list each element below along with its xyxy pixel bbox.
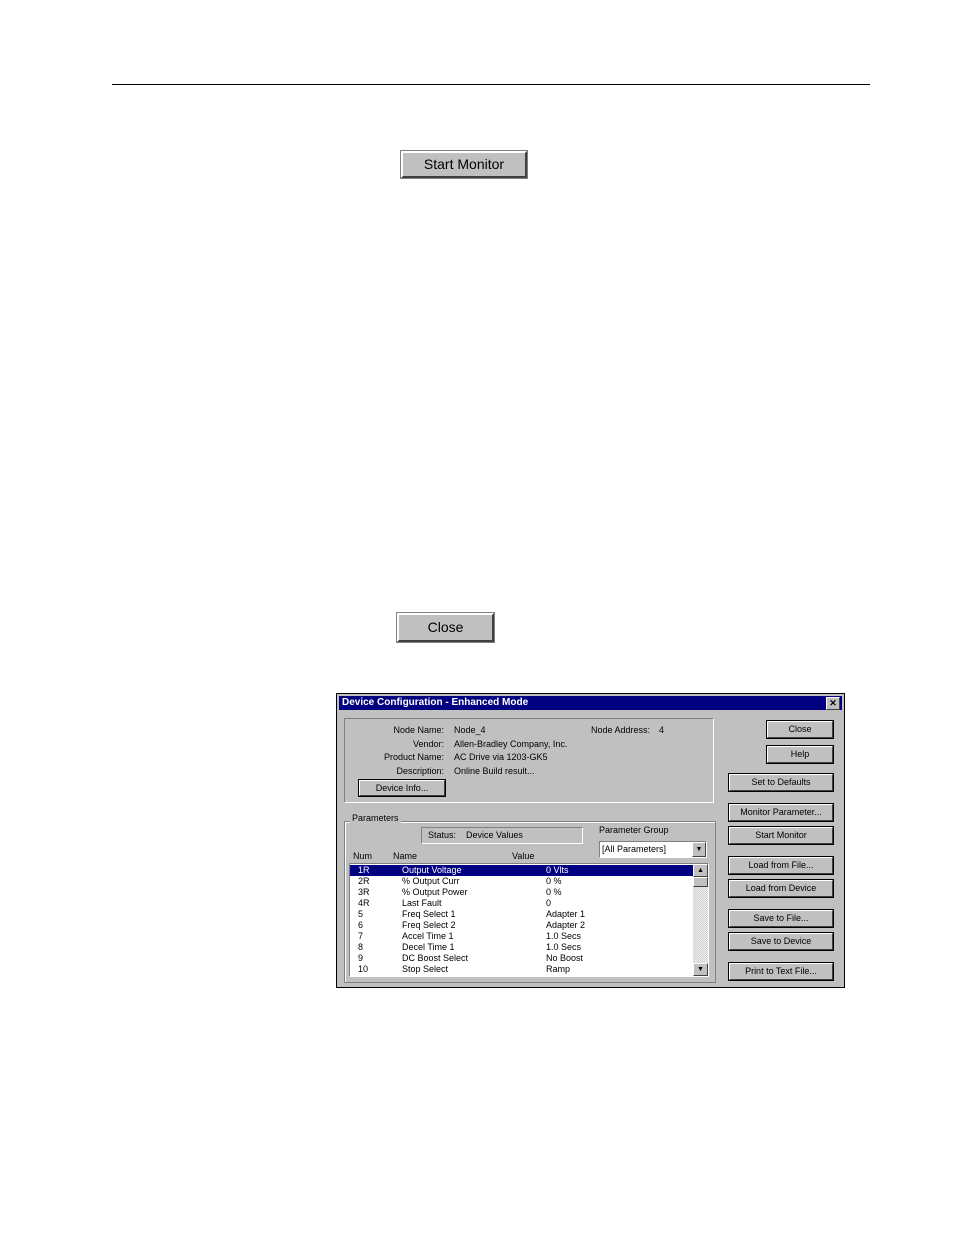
param-num: 6	[358, 920, 364, 930]
description-label: Description:	[396, 766, 444, 776]
param-num: 5	[358, 909, 364, 919]
parameter-group-label: Parameter Group	[599, 825, 669, 835]
node-name-value: Node_4	[454, 725, 486, 735]
set-to-defaults-button[interactable]: Set to Defaults	[728, 773, 834, 792]
param-num: 4R	[358, 898, 370, 908]
load-from-device-button[interactable]: Load from Device	[728, 879, 834, 898]
param-name: Accel Time 1	[402, 931, 454, 941]
header-rule	[112, 84, 870, 85]
param-value: 0 %	[546, 887, 562, 897]
start-monitor-button[interactable]: Start Monitor	[400, 150, 528, 179]
table-row[interactable]: 9 DC Boost Select No Boost	[350, 953, 693, 964]
param-name: Freq Select 1	[402, 909, 456, 919]
param-num: 1R	[358, 865, 370, 875]
table-row[interactable]: 1R Output Voltage 0 Vlts	[350, 865, 693, 876]
scroll-thumb[interactable]	[693, 877, 708, 887]
param-name: Decel Time 1	[402, 942, 455, 952]
close-button[interactable]: Close	[396, 612, 495, 643]
dialog-title: Device Configuration - Enhanced Mode	[342, 697, 529, 708]
device-configuration-dialog: Device Configuration - Enhanced Mode ✕ N…	[336, 693, 845, 988]
param-value: 1.0 Secs	[546, 931, 582, 941]
monitor-parameter-button[interactable]: Monitor Parameter...	[728, 803, 834, 822]
param-num: 7	[358, 931, 364, 941]
table-row[interactable]: 8 Decel Time 1 1.0 Secs	[350, 942, 693, 953]
parameter-group-select[interactable]: [All Parameters] ▼	[599, 841, 707, 858]
param-value: Ramp	[546, 964, 571, 974]
status-value: Device Values	[466, 830, 523, 840]
param-value: Adapter 2	[546, 920, 586, 930]
node-address-value: 4	[659, 725, 665, 735]
table-row[interactable]: 5 Freq Select 1 Adapter 1	[350, 909, 693, 920]
parameters-group-title: Parameters	[350, 813, 401, 823]
parameter-list[interactable]: ▲ ▼ 1R Output Voltage 0 Vlts 2R % Output Cur…	[349, 863, 709, 977]
close-icon[interactable]: ✕	[826, 697, 840, 710]
vertical-scrollbar[interactable]: ▲ ▼	[693, 864, 708, 976]
save-to-device-button[interactable]: Save to Device	[728, 932, 834, 951]
param-num: 3R	[358, 887, 370, 897]
save-to-file-button[interactable]: Save to File...	[728, 909, 834, 928]
device-info-button[interactable]: Device Info...	[358, 779, 446, 797]
table-row[interactable]: 2R % Output Curr 0 %	[350, 876, 693, 887]
product-name-label: Product Name:	[383, 752, 444, 762]
param-name: Stop Select	[402, 964, 449, 974]
column-header-num: Num	[353, 851, 373, 861]
status-box: Status: Device Values	[421, 827, 583, 844]
help-button[interactable]: Help	[766, 745, 834, 764]
parameter-group-value: [All Parameters]	[602, 844, 667, 854]
param-value: 0 Vlts	[546, 865, 569, 875]
scroll-up-icon[interactable]: ▲	[693, 864, 708, 877]
param-value: 0 %	[546, 876, 562, 886]
description-value: Online Build result...	[454, 766, 535, 776]
vendor-value: Allen-Bradley Company, Inc.	[454, 739, 568, 749]
load-from-file-button[interactable]: Load from File...	[728, 856, 834, 875]
scroll-down-icon[interactable]: ▼	[693, 963, 708, 976]
dialog-titlebar: Device Configuration - Enhanced Mode ✕	[339, 696, 842, 710]
dialog-start-monitor-button[interactable]: Start Monitor	[728, 826, 834, 845]
table-row[interactable]: 7 Accel Time 1 1.0 Secs	[350, 931, 693, 942]
chevron-down-icon[interactable]: ▼	[692, 842, 706, 857]
param-name: Freq Select 2	[402, 920, 456, 930]
vendor-label: Vendor:	[412, 739, 444, 749]
param-num: 10	[358, 964, 369, 974]
table-row[interactable]: 6 Freq Select 2 Adapter 2	[350, 920, 693, 931]
param-num: 2R	[358, 876, 370, 886]
param-num: 8	[358, 942, 364, 952]
param-value: No Boost	[546, 953, 584, 963]
table-row[interactable]: 4R Last Fault 0	[350, 898, 693, 909]
param-name: % Output Curr	[402, 876, 460, 886]
param-value: 1.0 Secs	[546, 942, 582, 952]
param-name: Last Fault	[402, 898, 442, 908]
table-row[interactable]: 10 Stop Select Ramp	[350, 964, 693, 975]
node-address-label: Node Address:	[591, 725, 651, 735]
product-name-value: AC Drive via 1203-GK5	[454, 752, 548, 762]
print-to-text-file-button[interactable]: Print to Text File...	[728, 962, 834, 981]
column-header-value: Value	[512, 851, 535, 861]
param-num: 9	[358, 953, 364, 963]
status-label: Status:	[428, 830, 457, 840]
table-row[interactable]: 3R % Output Power 0 %	[350, 887, 693, 898]
param-name: DC Boost Select	[402, 953, 469, 963]
param-name: Output Voltage	[402, 865, 462, 875]
node-name-label: Node Name:	[393, 725, 444, 735]
column-header-name: Name	[393, 851, 418, 861]
param-name: % Output Power	[402, 887, 468, 897]
param-value: 0	[546, 898, 552, 908]
param-value: Adapter 1	[546, 909, 586, 919]
dialog-close-button[interactable]: Close	[766, 720, 834, 739]
